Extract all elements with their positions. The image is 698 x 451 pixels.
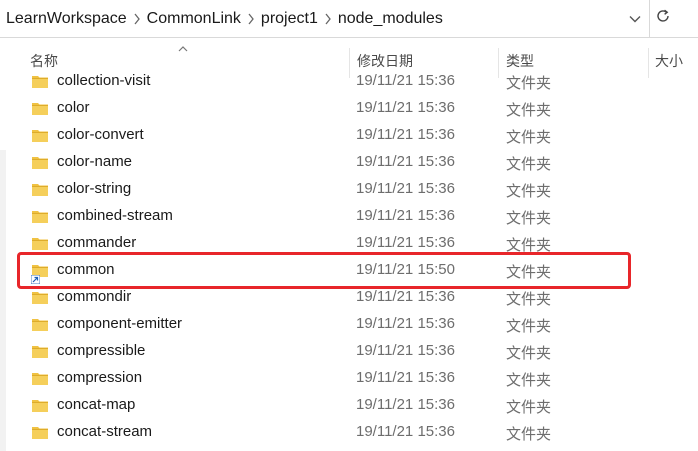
item-name: commander — [57, 234, 137, 251]
item-date: 19/11/21 15:36 — [356, 72, 455, 89]
item-name: concat-map — [57, 396, 136, 413]
item-name: color-name — [57, 153, 133, 170]
item-date: 19/11/21 15:36 — [356, 153, 455, 170]
breadcrumb-project1[interactable]: project1 — [259, 10, 320, 28]
item-date: 19/11/21 15:36 — [356, 207, 455, 224]
list-item[interactable]: color-name 19/11/21 15:36 文件夹 — [0, 149, 698, 176]
list-item[interactable]: combined-stream 19/11/21 15:36 文件夹 — [0, 203, 698, 230]
item-type: 文件夹 — [506, 102, 552, 119]
item-type: 文件夹 — [506, 264, 552, 281]
item-date: 19/11/21 15:36 — [356, 180, 455, 197]
folder-icon — [32, 155, 48, 170]
item-date: 19/11/21 15:36 — [356, 315, 455, 332]
list-item[interactable]: color-string 19/11/21 15:36 文件夹 — [0, 176, 698, 203]
list-item-common[interactable]: common 19/11/21 15:50 文件夹 — [0, 257, 698, 285]
folder-icon — [32, 236, 48, 251]
refresh-button[interactable] — [650, 0, 676, 38]
folder-icon — [32, 371, 48, 386]
list-item[interactable]: color 19/11/21 15:36 文件夹 — [0, 95, 698, 122]
folder-icon — [32, 74, 48, 89]
folder-icon — [32, 317, 48, 332]
item-date: 19/11/21 15:36 — [356, 126, 455, 143]
folder-icon — [32, 101, 48, 116]
item-name: compression — [57, 369, 143, 386]
item-name: concat-stream — [57, 423, 153, 440]
item-type: 文件夹 — [506, 318, 552, 335]
address-bar[interactable]: LearnWorkspace CommonLink project1 node_… — [0, 0, 650, 38]
list-item[interactable]: concat-map 19/11/21 15:36 文件夹 — [0, 392, 698, 419]
toolbar-gap — [676, 0, 698, 38]
item-type: 文件夹 — [506, 75, 552, 92]
list-item[interactable]: compressible 19/11/21 15:36 文件夹 — [0, 338, 698, 365]
item-date: 19/11/21 15:36 — [356, 342, 455, 359]
item-name: color — [57, 99, 90, 116]
item-date: 19/11/21 15:36 — [356, 396, 455, 413]
chevron-down-icon[interactable] — [625, 8, 645, 30]
item-name: collection-visit — [57, 72, 151, 89]
item-type: 文件夹 — [506, 156, 552, 173]
item-type: 文件夹 — [506, 426, 552, 443]
chevron-right-icon[interactable] — [320, 13, 336, 25]
folder-icon — [32, 182, 48, 197]
item-type: 文件夹 — [506, 372, 552, 389]
folder-icon — [32, 398, 48, 413]
chevron-right-icon[interactable] — [129, 13, 145, 25]
breadcrumb-learnworkspace[interactable]: LearnWorkspace — [0, 10, 129, 28]
list-item[interactable]: concat-stream 19/11/21 15:36 文件夹 — [0, 419, 698, 446]
item-name: commondir — [57, 288, 132, 305]
list-item[interactable]: collection-visit 19/11/21 15:36 文件夹 — [0, 68, 698, 95]
item-date: 19/11/21 15:36 — [356, 234, 455, 251]
item-type: 文件夹 — [506, 210, 552, 227]
item-name: common — [57, 261, 115, 278]
list-item[interactable]: component-emitter 19/11/21 15:36 文件夹 — [0, 311, 698, 338]
list-item[interactable]: commondir 19/11/21 15:36 文件夹 — [0, 284, 698, 311]
chevron-right-icon[interactable] — [243, 13, 259, 25]
list-item[interactable]: compression 19/11/21 15:36 文件夹 — [0, 365, 698, 392]
list-item[interactable]: commander 19/11/21 15:36 文件夹 — [0, 230, 698, 257]
folder-icon — [32, 209, 48, 224]
item-type: 文件夹 — [506, 183, 552, 200]
item-date: 19/11/21 15:36 — [356, 99, 455, 116]
item-name: color-convert — [57, 126, 144, 143]
item-name: component-emitter — [57, 315, 183, 332]
breadcrumb-commonlink[interactable]: CommonLink — [145, 10, 243, 28]
item-type: 文件夹 — [506, 291, 552, 308]
item-type: 文件夹 — [506, 237, 552, 254]
item-name: compressible — [57, 342, 146, 359]
folder-icon — [32, 128, 48, 143]
folder-icon — [32, 344, 48, 359]
item-date: 19/11/21 15:36 — [356, 369, 455, 386]
breadcrumb-node-modules[interactable]: node_modules — [336, 10, 445, 28]
folder-icon — [32, 425, 48, 440]
list-item[interactable]: color-convert 19/11/21 15:36 文件夹 — [0, 122, 698, 149]
item-date: 19/11/21 15:36 — [356, 288, 455, 305]
item-type: 文件夹 — [506, 129, 552, 146]
item-type: 文件夹 — [506, 399, 552, 416]
item-name: combined-stream — [57, 207, 173, 224]
item-date: 19/11/21 15:50 — [356, 261, 455, 278]
item-name: color-string — [57, 180, 132, 197]
item-date: 19/11/21 15:36 — [356, 423, 455, 440]
folder-icon — [32, 290, 48, 305]
refresh-icon — [655, 8, 671, 29]
item-type: 文件夹 — [506, 345, 552, 362]
